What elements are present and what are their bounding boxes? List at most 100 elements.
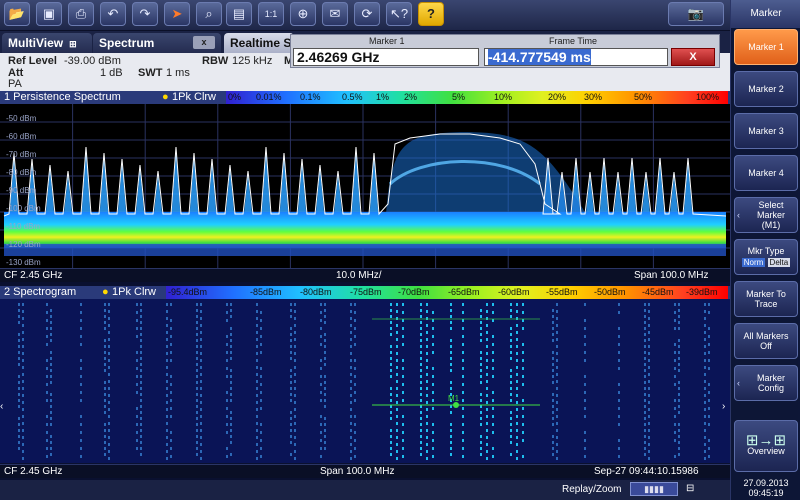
spectrogram-dash bbox=[678, 363, 680, 366]
close-button[interactable]: X bbox=[671, 48, 715, 66]
spectrogram-dash bbox=[708, 343, 710, 346]
spectrogram-dash bbox=[290, 453, 292, 456]
save-icon[interactable]: ▣ bbox=[36, 2, 62, 26]
spectrogram-dash bbox=[510, 423, 512, 426]
spectrogram-dash bbox=[22, 401, 24, 404]
spectrogram-dash bbox=[432, 407, 434, 410]
spectrogram-dash bbox=[200, 415, 202, 418]
marker-2-button[interactable]: Marker 2 bbox=[734, 71, 798, 107]
print-icon[interactable]: ⎙ bbox=[68, 2, 94, 26]
spectrogram-dash bbox=[200, 422, 202, 425]
spectrogram-dash bbox=[492, 391, 494, 394]
persistence-plot[interactable]: -50 dBm -60 dBm -70 dBm -80 dBm -90 dBm … bbox=[0, 104, 730, 268]
tab-multiview[interactable]: MultiView ⊞ bbox=[2, 33, 92, 53]
spectrogram-dash bbox=[46, 399, 48, 402]
spectrogram-dash bbox=[390, 321, 392, 324]
scroll-right-icon[interactable]: › bbox=[722, 401, 725, 412]
spectrogram-dash bbox=[290, 315, 292, 318]
spectrogram-dash bbox=[678, 393, 680, 396]
marker-config-button[interactable]: ‹ Marker Config bbox=[734, 365, 798, 401]
zoom-icon[interactable]: ⌕ bbox=[196, 2, 222, 26]
tab-realtime[interactable]: Realtime S bbox=[224, 33, 294, 53]
marker-type-button[interactable]: Mkr Type Norm Delta bbox=[734, 239, 798, 275]
spectrogram-dash bbox=[170, 431, 172, 434]
spectrogram-dash bbox=[644, 429, 646, 432]
sync-icon[interactable]: ⟳ bbox=[354, 2, 380, 26]
spectrogram-dash bbox=[354, 343, 356, 346]
one-to-one-icon[interactable]: 1:1 bbox=[258, 2, 284, 26]
spectrogram-dash bbox=[350, 324, 352, 327]
email-icon[interactable]: ✉ bbox=[322, 2, 348, 26]
spectrogram-dash bbox=[294, 415, 296, 418]
spectrogram-dash bbox=[486, 422, 488, 425]
spectrogram-dash bbox=[104, 381, 106, 384]
spectrogram-dash bbox=[420, 327, 422, 330]
spectrogram-dash bbox=[426, 450, 428, 453]
tab-spectrum[interactable]: Spectrum x bbox=[93, 33, 221, 53]
open-folder-icon[interactable]: 📂 bbox=[4, 2, 30, 26]
spectrogram-dash bbox=[618, 407, 620, 410]
spectrogram-dash bbox=[678, 411, 680, 414]
spectrogram-dash bbox=[402, 415, 404, 418]
spectrogram-dash bbox=[18, 357, 20, 360]
spectrogram-dash bbox=[516, 387, 518, 390]
mkr-type-delta[interactable]: Delta bbox=[767, 258, 791, 267]
spectrogram-dash bbox=[462, 343, 464, 346]
marker-1-button[interactable]: Marker 1 bbox=[734, 29, 798, 65]
spectrogram-dash bbox=[426, 331, 428, 334]
spectrogram-dash bbox=[140, 435, 142, 438]
tab-close-button[interactable]: x bbox=[193, 36, 215, 49]
overview-button[interactable]: ⊞→⊞ Overview bbox=[734, 420, 798, 472]
spectrogram-dash bbox=[166, 394, 168, 397]
spectrogram-dash bbox=[200, 443, 202, 446]
spectrogram-dash bbox=[256, 345, 258, 348]
frame-time-input[interactable]: -414.777549 ms bbox=[484, 48, 668, 66]
undo-icon[interactable]: ↶ bbox=[100, 2, 126, 26]
marker-to-trace-button[interactable]: Marker To Trace bbox=[734, 281, 798, 317]
spectrogram-dash bbox=[708, 303, 710, 306]
spectrogram-dash bbox=[324, 339, 326, 342]
spectrogram-dash bbox=[426, 380, 428, 383]
mkr-type-norm[interactable]: Norm bbox=[741, 258, 766, 267]
status-bar: Replay/Zoom ▮▮▮▮ ⊟ bbox=[0, 480, 730, 500]
help-pointer-icon[interactable]: ↖? bbox=[386, 2, 412, 26]
spectrogram-dash bbox=[516, 401, 518, 404]
all-markers-off-button[interactable]: All Markers Off bbox=[734, 323, 798, 359]
spectrogram-dash bbox=[350, 401, 352, 404]
spectrogram-dash bbox=[648, 415, 650, 418]
camera-icon[interactable]: 📷 bbox=[668, 2, 724, 26]
help-icon[interactable]: ? bbox=[418, 2, 444, 26]
spectrogram-dash bbox=[294, 331, 296, 334]
table-icon[interactable]: ▤ bbox=[226, 2, 252, 26]
spectrogram-dash bbox=[648, 380, 650, 383]
spectrogram-dash bbox=[196, 303, 198, 306]
spectrogram-dash bbox=[324, 399, 326, 402]
spectrogram-dash bbox=[522, 407, 524, 410]
marker-3-button[interactable]: Marker 3 bbox=[734, 113, 798, 149]
persistence-color-scale: 0% 0.01% 0.1% 0.5% 1% 2% 5% 10% 20% 30% … bbox=[226, 91, 728, 104]
spectrogram-dash bbox=[516, 380, 518, 383]
spectrogram-dash bbox=[708, 407, 710, 410]
marker-zoom-icon[interactable]: ⊕ bbox=[290, 2, 316, 26]
spectrogram-dash bbox=[402, 423, 404, 426]
spectrogram-dash bbox=[324, 417, 326, 420]
spectrogram-dash bbox=[674, 415, 676, 418]
spectrogram-dash bbox=[140, 363, 142, 366]
spectrogram-dash bbox=[50, 333, 52, 336]
spectrogram-dash bbox=[486, 415, 488, 418]
spectrogram-dash bbox=[324, 357, 326, 360]
spectrogram-dash bbox=[678, 405, 680, 408]
spectrogram-dash bbox=[108, 345, 110, 348]
spectrogram-plot[interactable]: M1 ‹ › bbox=[0, 299, 730, 463]
spectrogram-dash bbox=[674, 439, 676, 442]
select-marker-button[interactable]: ‹ Select Marker (M1) bbox=[734, 197, 798, 233]
select-cursor-icon[interactable]: ➤ bbox=[164, 2, 190, 26]
marker-frequency-input[interactable]: 2.46269 GHz bbox=[293, 48, 479, 66]
spectrogram-dash bbox=[108, 436, 110, 439]
spectrogram-dash bbox=[108, 331, 110, 334]
spectrogram-dash bbox=[678, 327, 680, 330]
scroll-left-icon[interactable]: ‹ bbox=[0, 401, 3, 412]
spectrogram-dash bbox=[290, 303, 292, 306]
redo-icon[interactable]: ↷ bbox=[132, 2, 158, 26]
marker-4-button[interactable]: Marker 4 bbox=[734, 155, 798, 191]
